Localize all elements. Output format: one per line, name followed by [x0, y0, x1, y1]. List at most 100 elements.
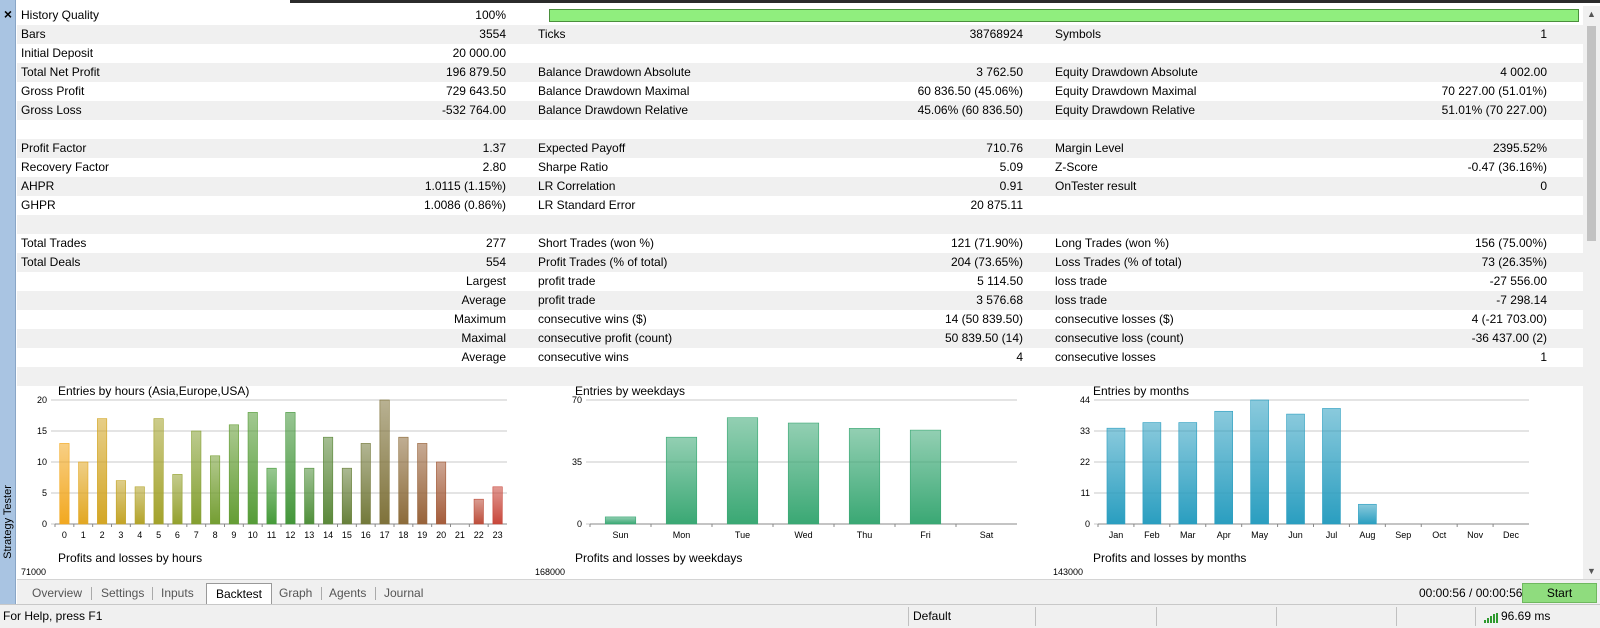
close-icon[interactable]: × [0, 6, 16, 22]
stat-value: 3554 [479, 27, 506, 41]
strategy-tester-window: × Strategy Tester History Quality 100% B… [0, 0, 1600, 628]
x-tick-label: Tue [735, 530, 750, 540]
stat-label: Bars [21, 27, 46, 41]
x-tick-label: Mar [1180, 530, 1196, 540]
x-tick-label: 16 [361, 530, 371, 540]
stat-value: 60 836.50 (45.06%) [917, 84, 1023, 98]
tester-sidebar: × Strategy Tester [0, 0, 16, 604]
x-tick-label: 23 [493, 530, 503, 540]
tab-inputs[interactable]: Inputs [152, 583, 203, 603]
x-tick-label: Mon [673, 530, 691, 540]
stat-label: Symbols [1055, 27, 1102, 41]
stat-label: consecutive losses ($) [1055, 312, 1174, 326]
bar [726, 417, 759, 525]
y-tick-label: 20 [37, 395, 47, 405]
tab-agents[interactable]: Agents [320, 583, 375, 603]
y-tick-label: 44 [1080, 395, 1090, 405]
help-hint: For Help, press F1 [3, 609, 103, 623]
x-tick-label: 18 [398, 530, 408, 540]
x-tick-label: Sat [980, 530, 994, 540]
stat-value: 710.76 [986, 141, 1023, 155]
tester-tabbar: Overview Settings Inputs Backtest Graph … [17, 579, 1600, 604]
x-tick-label: 2 [100, 530, 105, 540]
y-tick-label: 10 [37, 457, 47, 467]
tab-journal[interactable]: Journal [375, 583, 432, 603]
profile-name[interactable]: Default [913, 609, 951, 623]
tab-overview[interactable]: Overview [23, 583, 91, 603]
stat-label: AHPR [21, 179, 55, 193]
stat-label: Gross Profit [21, 84, 85, 98]
status-separator [1276, 607, 1277, 626]
chart-title-profits-weekdays: Profits and losses by weekdays [575, 551, 743, 565]
x-tick-label: 10 [248, 530, 258, 540]
bar [436, 461, 447, 525]
status-separator [1475, 607, 1476, 626]
stat-row-history-quality: History Quality 100% [17, 6, 1583, 25]
bar [172, 474, 183, 525]
bar [247, 412, 258, 525]
stat-value: 277 [485, 236, 506, 250]
stat-value: 50 839.50 (14) [944, 331, 1023, 345]
sidebar-title-text: Strategy Tester [2, 485, 14, 559]
y-tick-label: 35 [572, 457, 582, 467]
bar [59, 443, 70, 525]
stat-label: Maximum [453, 312, 506, 326]
bar [1142, 422, 1162, 525]
stat-label: Equity Drawdown Absolute [1055, 65, 1198, 79]
stat-label: consecutive wins ($) [538, 312, 647, 326]
stat-label: Expected Payoff [538, 141, 626, 155]
stat-value: 3 576.68 [976, 293, 1023, 307]
bar [191, 430, 202, 525]
bar [1106, 427, 1126, 525]
stat-label: profit trade [538, 293, 596, 307]
scroll-up-icon[interactable]: ▲ [1583, 6, 1600, 22]
x-tick-label: Wed [794, 530, 812, 540]
stat-label: LR Correlation [538, 179, 616, 193]
stat-label: Margin Level [1055, 141, 1124, 155]
stat-label: Ticks [538, 27, 566, 41]
tab-backtest[interactable]: Backtest [206, 583, 273, 604]
tab-graph[interactable]: Graph [270, 583, 321, 603]
stat-value: 4 002.00 [1500, 65, 1547, 79]
stat-value: 73 (26.35%) [1481, 255, 1547, 269]
tab-settings[interactable]: Settings [92, 583, 153, 603]
stat-value: 0.91 [999, 179, 1023, 193]
x-tick-label: 20 [436, 530, 446, 540]
stat-value: 2.80 [482, 160, 506, 174]
stat-label: loss trade [1055, 293, 1108, 307]
bar [78, 461, 89, 525]
y-tick-label: 0 [577, 519, 582, 529]
stat-label: Short Trades (won %) [538, 236, 655, 250]
x-tick-label: Fri [920, 530, 931, 540]
x-tick-label: May [1251, 530, 1269, 540]
x-tick-label: 11 [267, 530, 276, 540]
bar [360, 443, 371, 525]
x-tick-label: Jan [1109, 530, 1124, 540]
stat-value: 70 227.00 (51.01%) [1441, 84, 1547, 98]
x-tick-label: Sep [1395, 530, 1411, 540]
y-tick: 168000 [535, 567, 566, 577]
x-tick-label: Jul [1326, 530, 1338, 540]
stat-value: 0 [1540, 179, 1547, 193]
stat-label: Total Trades [21, 236, 87, 250]
stat-row-largest: Largest profit trade 5 114.50 loss trade… [17, 272, 1583, 291]
bar [1286, 413, 1305, 525]
scroll-down-icon[interactable]: ▼ [1583, 563, 1600, 579]
x-tick-label: 0 [62, 530, 67, 540]
start-button[interactable]: Start [1522, 583, 1597, 603]
stat-value: 20 875.11 [970, 198, 1024, 212]
bar [210, 455, 221, 525]
vertical-scrollbar[interactable]: ▲ ▼ [1583, 6, 1600, 579]
stat-label: Sharpe Ratio [538, 160, 609, 174]
stat-label: Largest [465, 274, 506, 288]
stat-row-gross-loss: Gross Loss -532 764.00 Balance Drawdown … [17, 101, 1583, 120]
stat-value: -36 437.00 (2) [1471, 331, 1547, 345]
x-tick-label: 6 [175, 530, 180, 540]
stat-row-spacer [17, 215, 1583, 234]
y-tick-label: 22 [1080, 457, 1090, 467]
stat-value: 20 000.00 [452, 46, 506, 60]
stat-label: consecutive wins [538, 350, 629, 364]
stat-label: Equity Drawdown Maximal [1055, 84, 1197, 98]
stat-value: 1.0115 (1.15%) [424, 179, 506, 193]
scroll-thumb[interactable] [1587, 26, 1596, 241]
